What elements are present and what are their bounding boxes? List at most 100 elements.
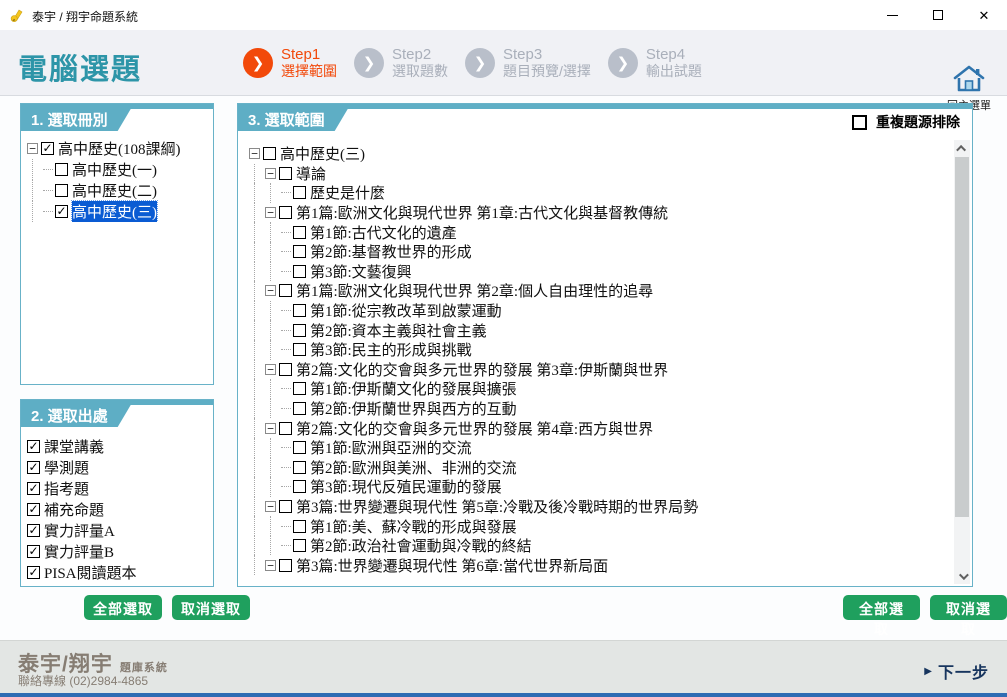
checkbox[interactable] [55, 163, 68, 176]
checkbox[interactable]: ✓ [27, 545, 40, 558]
tree-row[interactable]: − 第1篇:歐洲文化與現代世界 第1章:古代文化與基督教傳統 [249, 203, 952, 223]
scroll-down-button[interactable] [954, 568, 970, 584]
tree-item-label[interactable]: 第1篇:歐洲文化與現代世界 第2章:個人自由理性的追尋 [296, 280, 653, 301]
checkbox[interactable]: ✓ [27, 440, 40, 453]
tree-item-label[interactable]: 第3節:民主的形成與挑戰 [310, 339, 472, 360]
checkbox[interactable] [279, 284, 292, 297]
tree-item-label[interactable]: 第2節:基督教世界的形成 [310, 241, 472, 262]
tree-item-label[interactable]: 歷史是什麼 [310, 182, 385, 203]
tree-row[interactable]: − 第2篇:文化的交會與多元世界的發展 第3章:伊斯蘭與世界 [249, 360, 952, 380]
tree-row[interactable]: 第2節:歐洲與美洲、非洲的交流 [249, 458, 952, 478]
tree-item-label[interactable]: 第1節:古代文化的遺產 [310, 222, 457, 243]
checkbox[interactable]: ✓ [27, 503, 40, 516]
collapse-toggle-icon[interactable]: − [265, 168, 276, 179]
source-option[interactable]: ✓補充命題 [27, 499, 213, 520]
checkbox[interactable] [263, 147, 276, 160]
tree-item-label[interactable]: 第2篇:文化的交會與多元世界的發展 第3章:伊斯蘭與世界 [296, 359, 668, 380]
checkbox[interactable] [279, 422, 292, 435]
checkbox[interactable] [293, 226, 306, 239]
checkbox[interactable] [279, 559, 292, 572]
tree-item-label[interactable]: 第3篇:世界變遷與現代性 第5章:冷戰及後冷戰時期的世界局勢 [296, 496, 698, 517]
checkbox[interactable]: ✓ [27, 482, 40, 495]
tree-item-label[interactable]: 第1篇:歐洲文化與現代世界 第1章:古代文化與基督教傳統 [296, 202, 668, 223]
tree-item-label[interactable]: 高中歷史(三) [280, 143, 365, 164]
source-option[interactable]: ✓指考題 [27, 478, 213, 499]
collapse-toggle-icon[interactable]: − [265, 423, 276, 434]
tree-item-label[interactable]: 第1節:從宗教改革到啟蒙運動 [310, 300, 502, 321]
tree-row[interactable]: 第2節:政治社會運動與冷戰的終結 [249, 536, 952, 556]
tree-row[interactable]: 第2節:伊斯蘭世界與西方的互動 [249, 399, 952, 419]
checkbox[interactable]: ✓ [27, 524, 40, 537]
tree-row[interactable]: 高中歷史(一) [27, 159, 211, 180]
close-button[interactable]: ✕ [961, 0, 1007, 30]
checkbox[interactable]: ✓ [27, 461, 40, 474]
tree-item-label[interactable]: 第1節:歐洲與亞洲的交流 [310, 437, 472, 458]
tree-row[interactable]: − 第1篇:歐洲文化與現代世界 第2章:個人自由理性的追尋 [249, 281, 952, 301]
checkbox[interactable] [293, 304, 306, 317]
checkbox[interactable] [293, 343, 306, 356]
checkbox[interactable]: ✓ [41, 142, 54, 155]
tree-row[interactable]: − 第3篇:世界變遷與現代性 第6章:當代世界新局面 [249, 555, 952, 575]
checkbox[interactable] [293, 402, 306, 415]
checkbox[interactable]: ✓ [55, 205, 68, 218]
checkbox[interactable]: ✓ [27, 566, 40, 579]
collapse-toggle-icon[interactable]: − [265, 285, 276, 296]
checkbox[interactable] [279, 500, 292, 513]
tree-row[interactable]: 第1節:從宗教改革到啟蒙運動 [249, 301, 952, 321]
collapse-toggle-icon[interactable]: − [265, 364, 276, 375]
tree-item-label[interactable]: 第2節:資本主義與社會主義 [310, 320, 487, 341]
source-option[interactable]: ✓課堂講義 [27, 436, 213, 457]
tree-row[interactable]: 高中歷史(二) [27, 180, 211, 201]
checkbox[interactable] [293, 324, 306, 337]
select-all-button[interactable]: 全部選取 [843, 595, 920, 620]
exclude-duplicate-checkbox[interactable] [852, 115, 867, 130]
scrollbar-thumb[interactable] [955, 157, 969, 517]
source-option[interactable]: ✓實力評量B [27, 541, 213, 562]
next-step-button[interactable]: ▶ 下一步 [924, 659, 989, 683]
tree-item-label[interactable]: 導論 [296, 163, 326, 184]
checkbox[interactable] [279, 167, 292, 180]
checkbox[interactable] [293, 520, 306, 533]
tree-row[interactable]: 第3節:民主的形成與挑戰 [249, 340, 952, 360]
maximize-button[interactable] [915, 0, 961, 30]
tree-row[interactable]: 第3節:文藝復興 [249, 262, 952, 282]
checkbox[interactable] [293, 382, 306, 395]
tree-row[interactable]: − 第3篇:世界變遷與現代性 第5章:冷戰及後冷戰時期的世界局勢 [249, 497, 952, 517]
source-option[interactable]: ✓學測題 [27, 457, 213, 478]
checkbox[interactable] [55, 184, 68, 197]
tree-item-label[interactable]: 第3篇:世界變遷與現代性 第6章:當代世界新局面 [296, 555, 608, 576]
tree-row[interactable]: 第1節:古代文化的遺產 [249, 222, 952, 242]
tree-row[interactable]: 第1節:伊斯蘭文化的發展與擴張 [249, 379, 952, 399]
checkbox[interactable] [279, 206, 292, 219]
collapse-toggle-icon[interactable]: − [265, 501, 276, 512]
collapse-toggle-icon[interactable]: − [265, 560, 276, 571]
tree-row[interactable]: − 導論 [249, 164, 952, 184]
deselect-all-button[interactable]: 取消選取 [930, 595, 1007, 620]
tree-item-label[interactable]: 第3節:文藝復興 [310, 261, 412, 282]
tree-row[interactable]: ✓ 高中歷史(三) [27, 201, 211, 222]
source-option[interactable]: ✓實力評量A [27, 520, 213, 541]
checkbox[interactable] [293, 480, 306, 493]
tree-item-label[interactable]: 第3節:現代反殖民運動的發展 [310, 476, 502, 497]
minimize-button[interactable] [869, 0, 915, 30]
source-option[interactable]: ✓PISA閱讀題本 [27, 562, 213, 583]
tree-row[interactable]: 第2節:基督教世界的形成 [249, 242, 952, 262]
tree-item-label[interactable]: 高中歷史(三) [72, 201, 157, 222]
tree-item-label[interactable]: 第1節:美、蘇冷戰的形成與發展 [310, 516, 517, 537]
checkbox[interactable] [293, 265, 306, 278]
tree-row[interactable]: −高中歷史(三) [249, 144, 952, 164]
tree-item-label[interactable]: 第2篇:文化的交會與多元世界的發展 第4章:西方與世界 [296, 418, 653, 439]
select-all-button[interactable]: 全部選取 [84, 595, 162, 620]
checkbox[interactable] [293, 245, 306, 258]
tree-item-label[interactable]: 第1節:伊斯蘭文化的發展與擴張 [310, 378, 517, 399]
tree-item-label[interactable]: 高中歷史(二) [72, 180, 157, 201]
tree-row[interactable]: − 第2篇:文化的交會與多元世界的發展 第4章:西方與世界 [249, 418, 952, 438]
tree-item-label[interactable]: 第2節:伊斯蘭世界與西方的互動 [310, 398, 517, 419]
collapse-toggle-icon[interactable]: − [265, 207, 276, 218]
tree-item-label[interactable]: 第2節:政治社會運動與冷戰的終結 [310, 535, 532, 556]
scroll-up-button[interactable] [954, 140, 970, 156]
tree-row[interactable]: 第1節:美、蘇冷戰的形成與發展 [249, 516, 952, 536]
exclude-duplicate-option[interactable]: 重複題源排除 [852, 112, 960, 132]
scrollbar[interactable] [954, 140, 970, 584]
tree-item-label[interactable]: 第2節:歐洲與美洲、非洲的交流 [310, 457, 517, 478]
